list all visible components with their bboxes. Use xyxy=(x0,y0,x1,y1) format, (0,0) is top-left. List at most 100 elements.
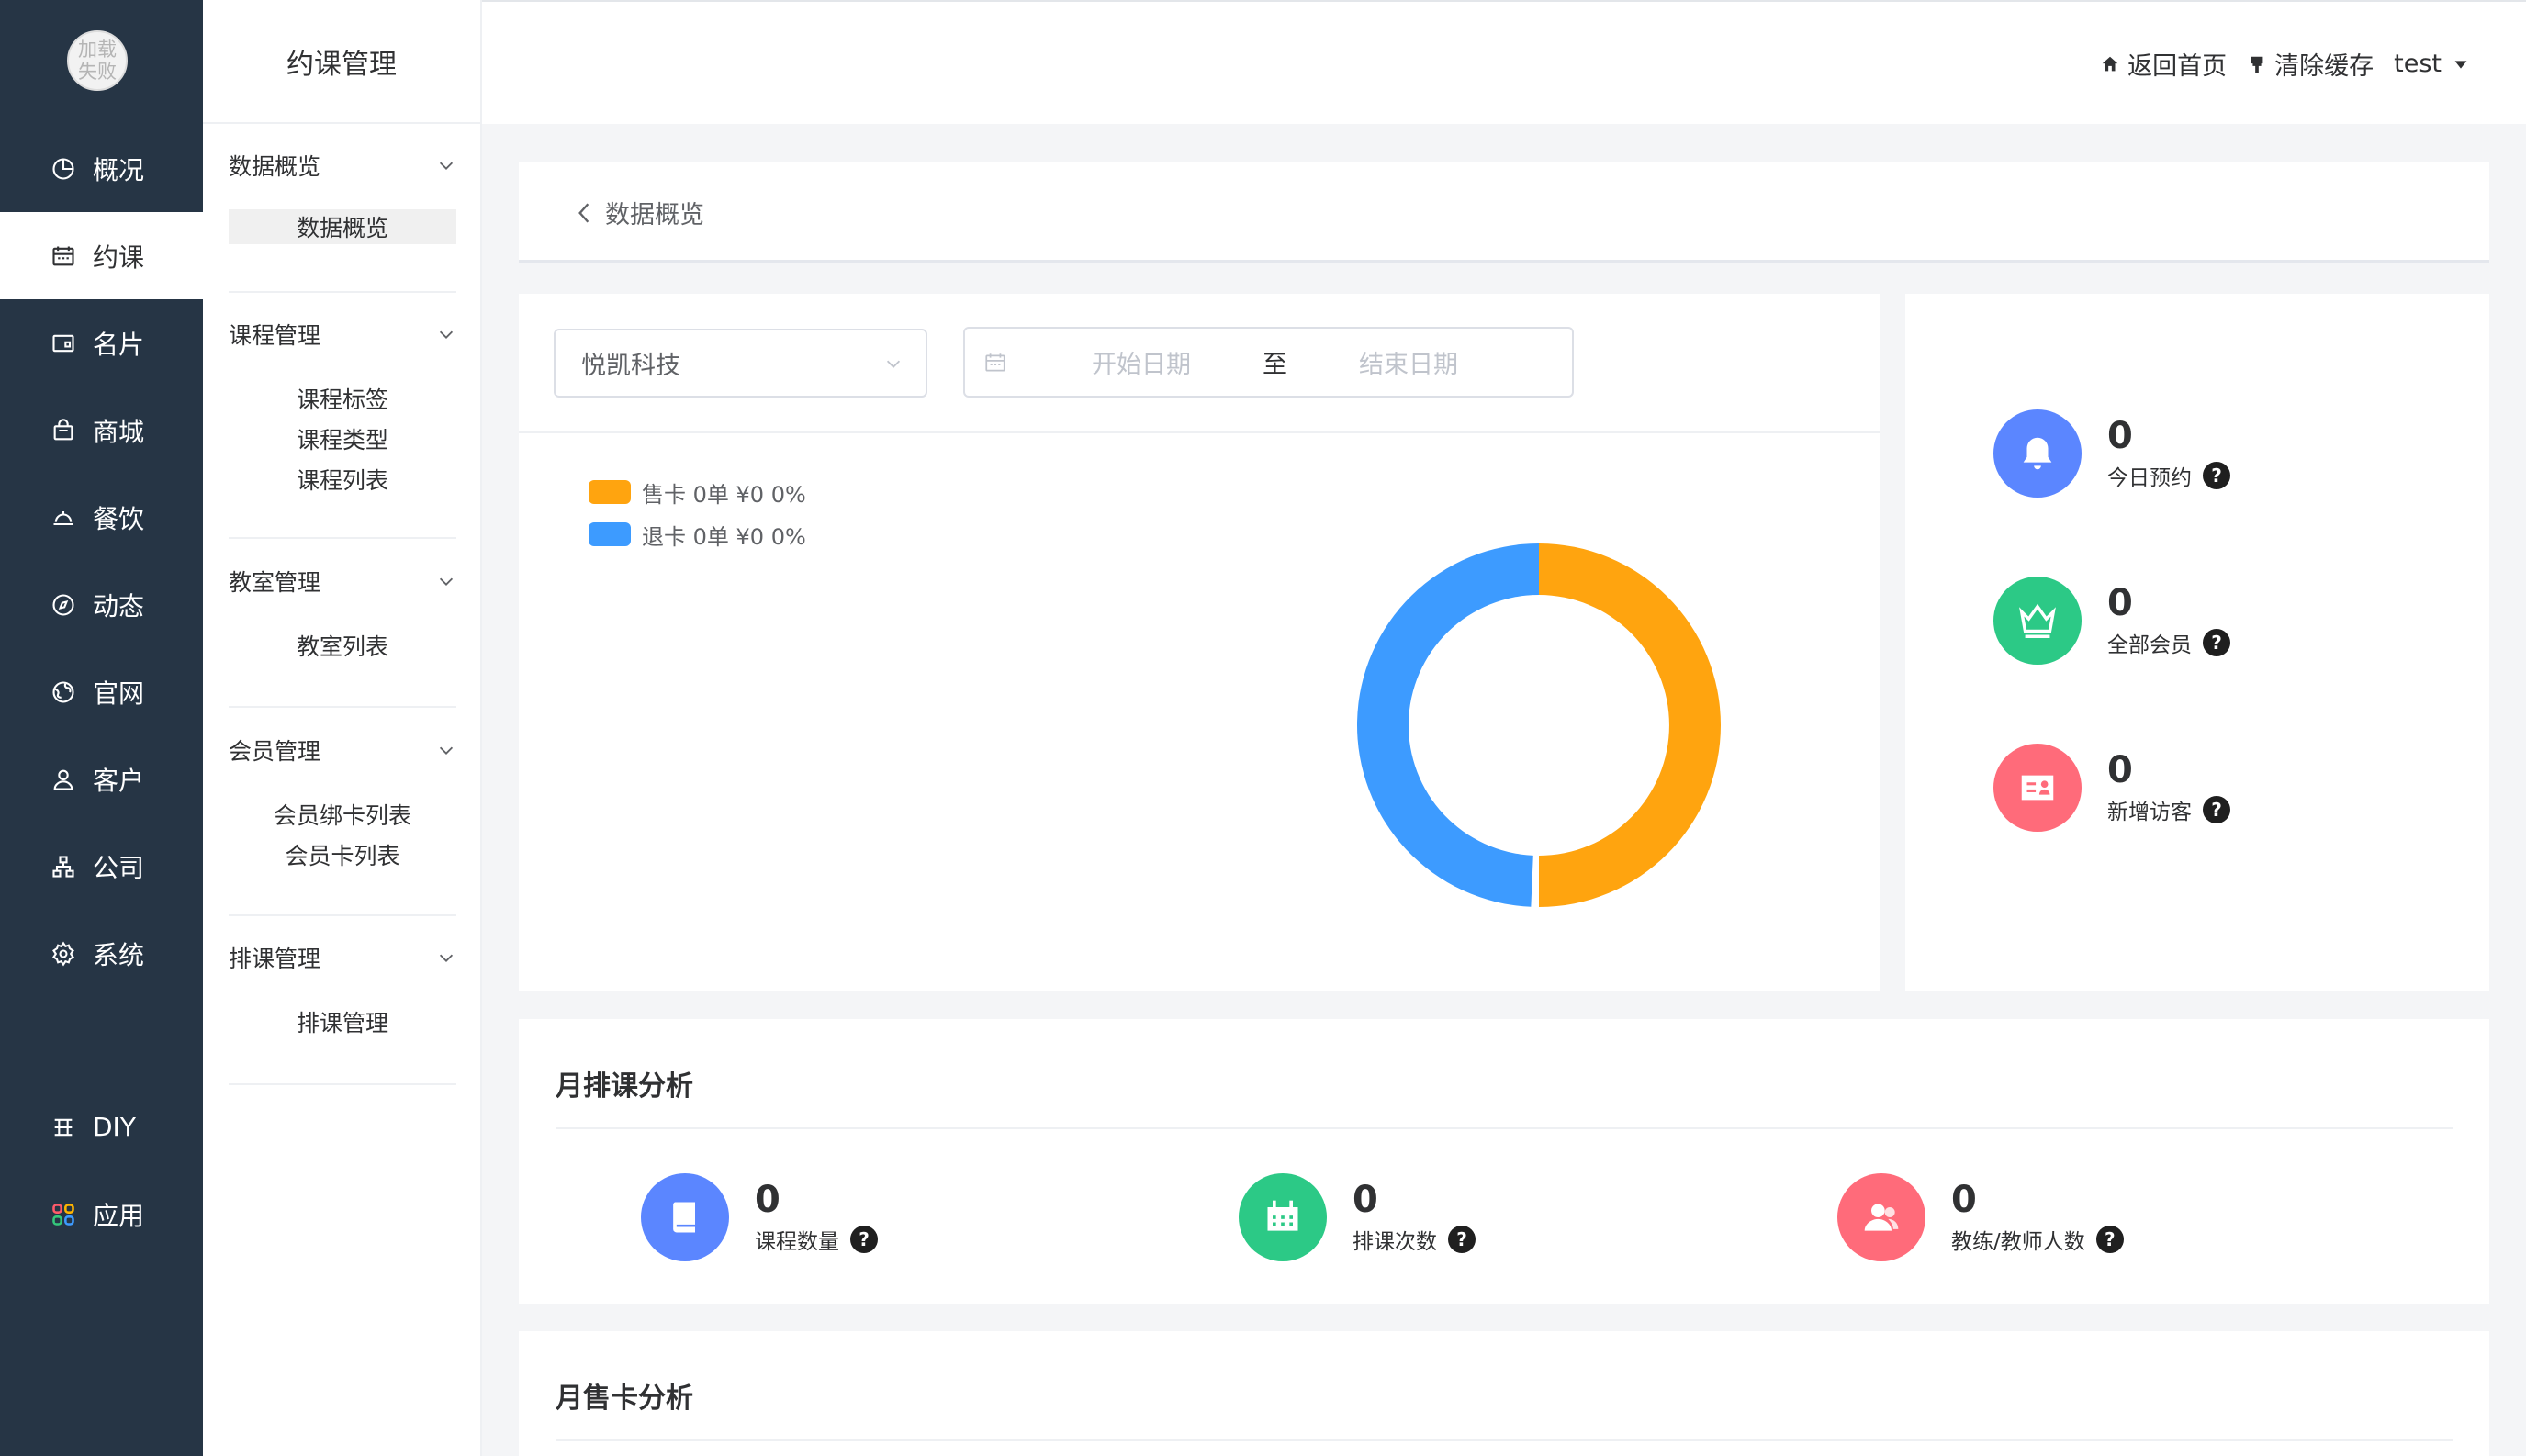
home-link[interactable]: 返回首页 xyxy=(2100,46,2227,82)
crown-icon xyxy=(1993,577,2082,665)
divider xyxy=(229,914,456,916)
company-select-value: 悦凯科技 xyxy=(581,345,680,381)
sidebar-item-website[interactable]: 官网 xyxy=(0,648,203,735)
help-icon[interactable]: ? xyxy=(2203,629,2230,656)
avatar-alt-line-2: 失败 xyxy=(78,61,117,83)
sidebar-item-apps[interactable]: 应用 xyxy=(0,1170,203,1258)
calendar-icon xyxy=(49,241,78,271)
shop-bag-icon xyxy=(49,416,78,445)
back-link[interactable]: 数据概览 xyxy=(574,195,704,230)
bell-icon xyxy=(1993,409,2082,498)
subnav-group-header[interactable]: 排课管理 xyxy=(229,939,456,976)
donut-slice-退卡[interactable] xyxy=(1357,543,1539,907)
legend-item-sell[interactable]: 售卡 0单 ¥0 0% xyxy=(589,471,806,513)
donut-chart xyxy=(1355,542,1723,909)
calendar-grid-icon xyxy=(1239,1173,1327,1261)
sidebar-item-label: 约课 xyxy=(93,238,144,274)
home-link-label: 返回首页 xyxy=(2127,46,2227,82)
stat-all-members: 0 全部会员? xyxy=(1993,577,2230,665)
help-icon[interactable]: ? xyxy=(2203,462,2230,489)
sidebar-item-diy[interactable]: DIY xyxy=(0,1083,203,1170)
main-sidebar: 加载 失败 概况 约课 名片 商城 餐饮 动态 官网 客户 公司 系统 xyxy=(0,0,203,1456)
subnav-group-data: 数据概览 数据概览 xyxy=(229,147,456,244)
sidebar-item-label: 官网 xyxy=(93,674,144,711)
metric-coach-count: 0 教练/教师人数? xyxy=(1837,1173,2124,1261)
subnav-group-header[interactable]: 会员管理 xyxy=(229,732,456,768)
stat-label: 今日预约 xyxy=(2107,460,2192,491)
donut-slice-售卡[interactable] xyxy=(1539,543,1721,907)
sidebar-item-label: 名片 xyxy=(93,325,144,362)
user-name: test xyxy=(2394,50,2442,78)
subnav-group-member: 会员管理 会员绑卡列表 会员卡列表 xyxy=(229,732,456,875)
sidebar-item-card[interactable]: 名片 xyxy=(0,299,203,386)
stat-value: 0 xyxy=(2107,416,2230,456)
metric-label: 教练/教师人数 xyxy=(1951,1224,2085,1255)
sidebar-item-customers[interactable]: 客户 xyxy=(0,735,203,823)
sidebar-item-overview[interactable]: 概况 xyxy=(0,125,203,212)
subnav-group-title: 课程管理 xyxy=(229,318,320,351)
sidebar-item-label: 餐饮 xyxy=(93,499,144,536)
stats-card: 0 今日预约? 0 全部会员? 0 新增访客? xyxy=(1905,294,2489,991)
subnav-item-course-list[interactable]: 课程列表 xyxy=(229,459,456,499)
sidebar-item-moments[interactable]: 动态 xyxy=(0,561,203,648)
metric-value: 0 xyxy=(1353,1180,1476,1220)
subnav-item-data-overview[interactable]: 数据概览 xyxy=(229,209,456,244)
monthly-schedule-section: 月排课分析 0 课程数量? 0 排课次数? 0 教练/教师人数? xyxy=(519,1019,2489,1304)
subnav-group-header[interactable]: 课程管理 xyxy=(229,316,456,353)
subnav-item-classroom-list[interactable]: 教室列表 xyxy=(229,625,456,666)
stat-value: 0 xyxy=(2107,750,2230,790)
sidebar-item-label: 应用 xyxy=(93,1196,144,1233)
subnav-item-course-tags[interactable]: 课程标签 xyxy=(229,378,456,419)
legend-label: 退卡 0单 ¥0 0% xyxy=(642,519,806,551)
company-select[interactable]: 悦凯科技 xyxy=(554,329,927,398)
avatar-alt-line-1: 加载 xyxy=(78,39,117,61)
divider xyxy=(229,706,456,708)
caret-down-icon xyxy=(2451,54,2471,74)
compass-icon xyxy=(49,590,78,620)
subnav-item-schedule-management[interactable]: 排课管理 xyxy=(229,1002,456,1042)
start-date-input[interactable]: 开始日期 xyxy=(1092,344,1191,380)
legend-label: 售卡 0单 ¥0 0% xyxy=(642,476,806,509)
help-icon[interactable]: ? xyxy=(2096,1226,2124,1253)
sidebar-item-label: DIY xyxy=(93,1112,136,1142)
legend-item-refund[interactable]: 退卡 0单 ¥0 0% xyxy=(589,513,806,555)
subnav-group-header[interactable]: 数据概览 xyxy=(229,147,456,184)
help-icon[interactable]: ? xyxy=(1448,1226,1476,1253)
metric-course-count: 0 课程数量? xyxy=(641,1173,878,1261)
help-icon[interactable]: ? xyxy=(2203,796,2230,823)
subnav-item-course-types[interactable]: 课程类型 xyxy=(229,419,456,459)
subnav-group-header[interactable]: 教室管理 xyxy=(229,563,456,599)
subnav-title: 约课管理 xyxy=(203,0,480,124)
date-range-picker[interactable]: 开始日期 至 结束日期 xyxy=(963,327,1574,398)
user-menu[interactable]: test xyxy=(2394,50,2471,78)
sidebar-item-booking[interactable]: 约课 xyxy=(0,212,203,299)
subnav-item-member-card-list[interactable]: 会员卡列表 xyxy=(229,834,456,875)
home-icon xyxy=(2100,54,2120,74)
subnav-group-title: 会员管理 xyxy=(229,734,320,767)
subnav-item-member-binding-list[interactable]: 会员绑卡列表 xyxy=(229,794,456,834)
stat-value: 0 xyxy=(2107,583,2230,623)
book-icon xyxy=(641,1173,729,1261)
clear-cache-label: 清除缓存 xyxy=(2274,46,2374,82)
end-date-input[interactable]: 结束日期 xyxy=(1359,344,1458,380)
metric-label: 排课次数 xyxy=(1353,1224,1437,1255)
chart-filters: 悦凯科技 开始日期 至 结束日期 xyxy=(519,294,1880,433)
chevron-down-icon xyxy=(436,155,456,175)
clear-cache-link[interactable]: 清除缓存 xyxy=(2247,46,2374,82)
id-card-icon xyxy=(1993,744,2082,832)
chart-legend: 售卡 0单 ¥0 0% 退卡 0单 ¥0 0% xyxy=(589,471,806,555)
help-icon[interactable]: ? xyxy=(850,1226,878,1253)
stat-new-visitors: 0 新增访客? xyxy=(1993,744,2230,832)
divider xyxy=(556,1127,2453,1129)
sidebar-item-shop[interactable]: 商城 xyxy=(0,386,203,474)
calendar-icon xyxy=(983,351,1007,375)
subnav-group-title: 数据概览 xyxy=(229,149,320,182)
stat-label: 新增访客 xyxy=(2107,794,2192,825)
sidebar-item-company[interactable]: 公司 xyxy=(0,823,203,910)
divider xyxy=(556,1439,2453,1441)
subnav-group-classroom: 教室管理 教室列表 xyxy=(229,563,456,666)
divider xyxy=(229,291,456,293)
avatar[interactable]: 加载 失败 xyxy=(67,30,128,91)
sidebar-item-system[interactable]: 系统 xyxy=(0,910,203,997)
sidebar-item-dining[interactable]: 餐饮 xyxy=(0,474,203,561)
